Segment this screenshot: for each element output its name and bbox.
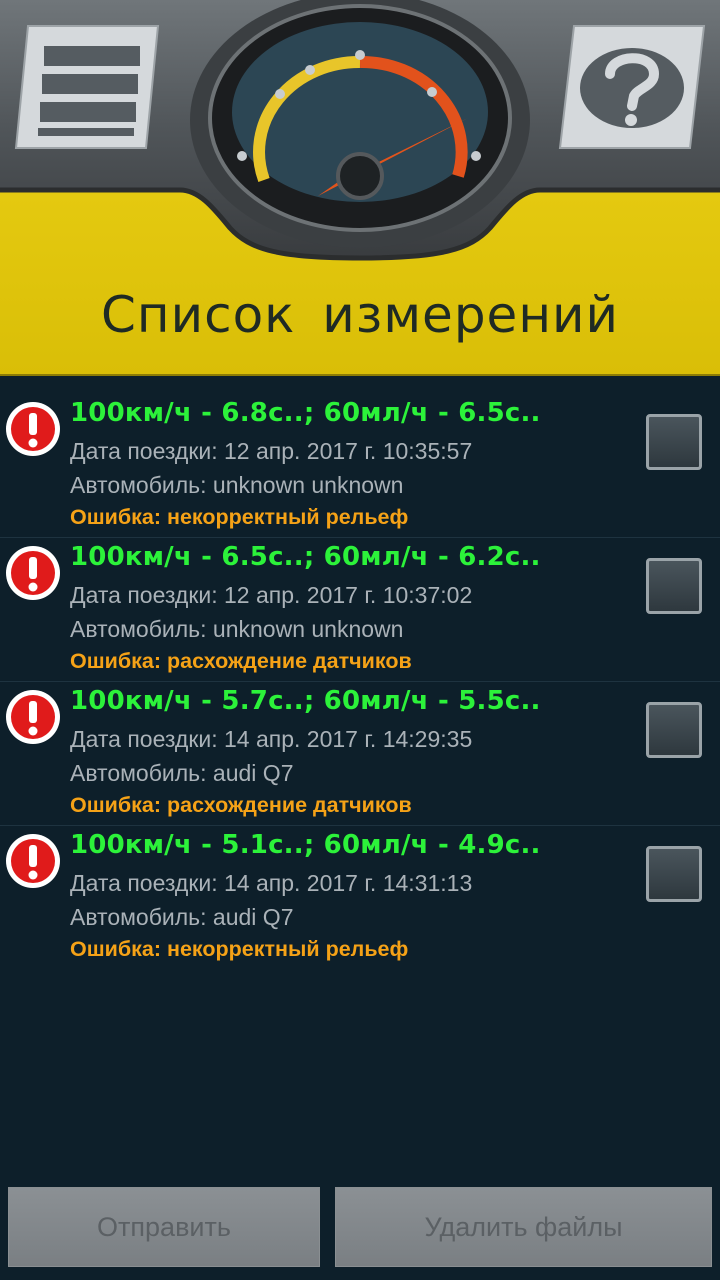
error-exclamation-icon	[6, 690, 60, 744]
car-name: Автомобиль: unknown unknown	[70, 472, 404, 498]
car-name: Автомобиль: audi Q7	[70, 760, 294, 786]
help-button[interactable]	[558, 24, 706, 150]
select-checkbox[interactable]	[646, 558, 702, 614]
measurement-summary: 100км/ч - 5.7с..; 60мл/ч - 5.5с..	[70, 686, 541, 716]
delete-files-button[interactable]: Удалить файлы	[335, 1187, 712, 1267]
list-item[interactable]: 100км/ч - 6.5с..; 60мл/ч - 6.2с.. Дата п…	[0, 538, 720, 682]
trip-date: Дата поездки: 12 апр. 2017 г. 10:35:57	[70, 438, 473, 464]
car-name: Автомобиль: unknown unknown	[70, 616, 404, 642]
list-item[interactable]: 100км/ч - 5.1с..; 60мл/ч - 4.9с.. Дата п…	[0, 826, 720, 969]
list-item[interactable]: 100км/ч - 5.7с..; 60мл/ч - 5.5с.. Дата п…	[0, 682, 720, 826]
help-question-icon	[558, 25, 706, 149]
trip-date: Дата поездки: 14 апр. 2017 г. 14:29:35	[70, 726, 473, 752]
page-title: Список измерений	[100, 286, 620, 344]
send-button[interactable]: Отправить	[8, 1187, 320, 1267]
trip-date: Дата поездки: 12 апр. 2017 г. 10:37:02	[70, 582, 473, 608]
measurement-summary: 100км/ч - 6.8с..; 60мл/ч - 6.5с..	[70, 398, 541, 428]
select-checkbox[interactable]	[646, 702, 702, 758]
car-name: Автомобиль: audi Q7	[70, 904, 294, 930]
error-exclamation-icon	[6, 834, 60, 888]
menu-button[interactable]	[14, 24, 160, 150]
list-item[interactable]: 100км/ч - 6.8с..; 60мл/ч - 6.5с.. Дата п…	[0, 394, 720, 538]
error-message: Ошибка: расхождение датчиков	[70, 793, 412, 817]
speedometer-gauge-icon	[190, 0, 530, 248]
trip-date: Дата поездки: 14 апр. 2017 г. 14:31:13	[70, 870, 473, 896]
select-checkbox[interactable]	[646, 414, 702, 470]
select-checkbox[interactable]	[646, 846, 702, 902]
list-menu-icon	[14, 25, 160, 149]
app-header: Список измерений	[0, 0, 720, 376]
error-message: Ошибка: расхождение датчиков	[70, 649, 412, 673]
measurement-list: 100км/ч - 6.8с..; 60мл/ч - 6.5с.. Дата п…	[0, 394, 720, 969]
error-exclamation-icon	[6, 402, 60, 456]
measurement-summary: 100км/ч - 5.1с..; 60мл/ч - 4.9с..	[70, 830, 541, 860]
error-exclamation-icon	[6, 546, 60, 600]
error-message: Ошибка: некорректный рельеф	[70, 937, 409, 961]
error-message: Ошибка: некорректный рельеф	[70, 505, 409, 529]
measurement-summary: 100км/ч - 6.5с..; 60мл/ч - 6.2с..	[70, 542, 541, 572]
